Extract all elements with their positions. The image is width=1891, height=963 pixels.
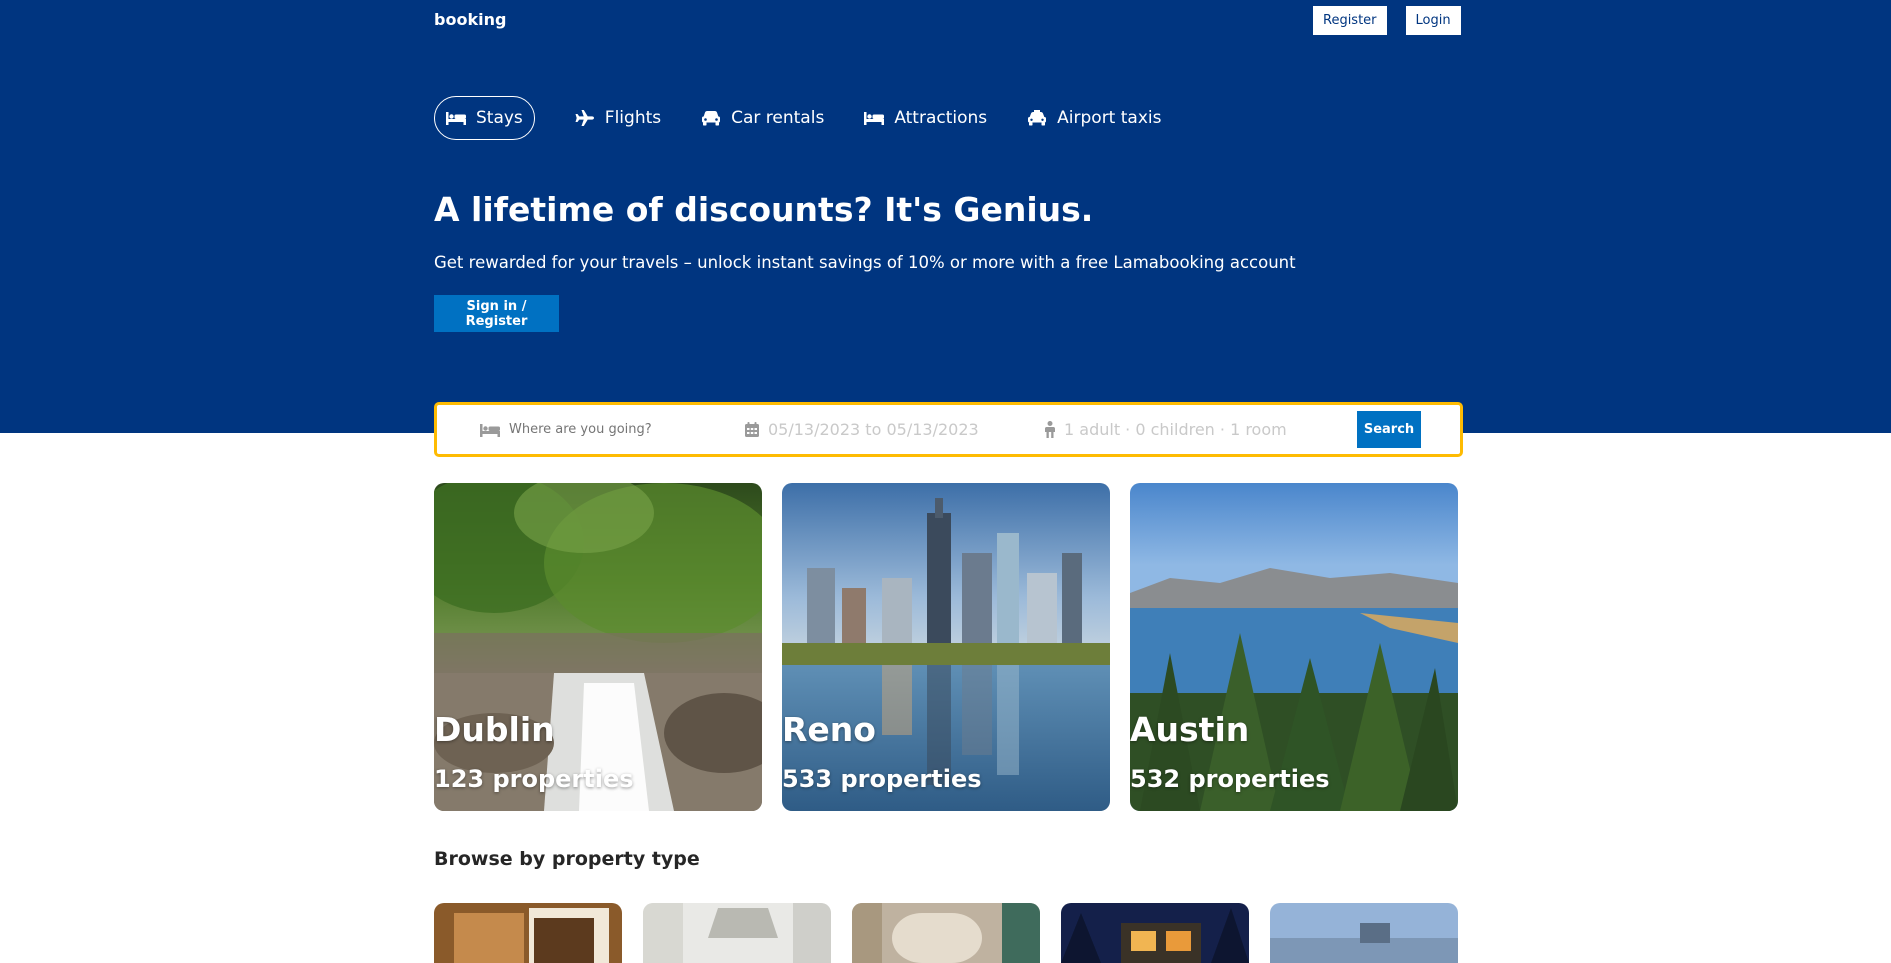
- tab-attractions[interactable]: Attractions: [864, 96, 987, 140]
- destination-field[interactable]: [480, 405, 709, 454]
- tab-car-rentals[interactable]: Car rentals: [701, 96, 824, 140]
- property-count: 123 properties: [434, 765, 634, 793]
- dublin-waterfall-image: [434, 483, 762, 811]
- hero-subtitle: Get rewarded for your travels – unlock i…: [434, 253, 1296, 272]
- property-type-card[interactable]: [643, 903, 831, 963]
- property-type-image: [852, 903, 1040, 963]
- logo[interactable]: booking: [434, 10, 506, 29]
- tab-label: Airport taxis: [1057, 108, 1162, 128]
- tab-stays[interactable]: Stays: [434, 96, 535, 140]
- city-name: Dublin: [434, 710, 555, 749]
- bed-icon: [480, 423, 500, 437]
- featured-card-dublin[interactable]: Dublin 123 properties: [434, 483, 762, 811]
- tab-label: Flights: [604, 108, 662, 128]
- property-type-image: [1270, 903, 1458, 963]
- auth-buttons: Register Login: [1313, 6, 1461, 35]
- person-icon: [1045, 421, 1055, 438]
- tab-label: Car rentals: [731, 108, 825, 128]
- date-field[interactable]: 05/13/2023 to 05/13/2023: [745, 405, 979, 454]
- destination-input[interactable]: [509, 422, 709, 437]
- login-button[interactable]: Login: [1405, 6, 1461, 35]
- plane-icon: [575, 110, 594, 126]
- city-name: Reno: [782, 710, 876, 749]
- tab-flights[interactable]: Flights: [575, 96, 661, 140]
- bed-icon: [446, 112, 466, 125]
- occupancy-field[interactable]: 1 adult · 0 children · 1 room: [1045, 405, 1287, 454]
- property-count: 533 properties: [782, 765, 982, 793]
- category-tabs: Stays Flights Car rentals Attractions Ai…: [434, 96, 1161, 140]
- austin-lake-image: [1130, 483, 1458, 811]
- property-type-card[interactable]: [434, 903, 622, 963]
- property-types-heading: Browse by property type: [434, 848, 700, 870]
- bed-icon: [864, 112, 885, 125]
- property-type-card[interactable]: [1061, 903, 1249, 963]
- taxi-icon: [1028, 110, 1047, 126]
- date-range-text: 05/13/2023 to 05/13/2023: [768, 420, 979, 439]
- featured-card-reno[interactable]: Reno 533 properties: [782, 483, 1110, 811]
- city-name: Austin: [1130, 710, 1250, 749]
- tab-airport-taxis[interactable]: Airport taxis: [1027, 96, 1161, 140]
- featured-destinations: Dublin 123 properties Reno 533 propertie…: [434, 483, 1458, 811]
- featured-card-austin[interactable]: Austin 532 properties: [1130, 483, 1458, 811]
- tab-label: Attractions: [894, 108, 988, 128]
- property-type-image: [643, 903, 831, 963]
- sign-in-register-button[interactable]: Sign in / Register: [434, 295, 559, 332]
- property-type-image: [434, 903, 622, 963]
- property-type-card[interactable]: [1270, 903, 1458, 963]
- property-types-list: [434, 903, 1458, 963]
- reno-skyline-image: [782, 483, 1110, 811]
- register-button[interactable]: Register: [1313, 6, 1387, 35]
- hero-title: A lifetime of discounts? It's Genius.: [434, 190, 1094, 229]
- car-icon: [702, 111, 721, 126]
- calendar-icon: [745, 422, 759, 437]
- property-type-image: [1061, 903, 1249, 963]
- search-button[interactable]: Search: [1357, 411, 1421, 448]
- property-type-card[interactable]: [852, 903, 1040, 963]
- tab-label: Stays: [476, 108, 523, 128]
- property-count: 532 properties: [1130, 765, 1330, 793]
- occupancy-text: 1 adult · 0 children · 1 room: [1064, 420, 1287, 439]
- search-bar: 05/13/2023 to 05/13/2023 1 adult · 0 chi…: [434, 402, 1463, 457]
